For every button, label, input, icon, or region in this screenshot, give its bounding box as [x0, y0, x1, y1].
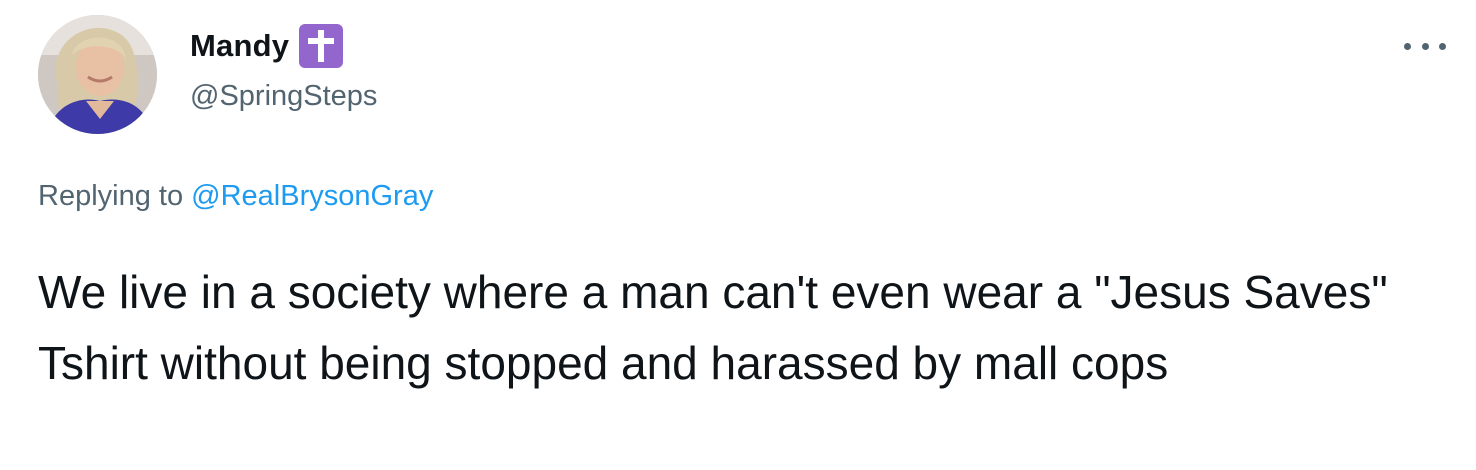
tweet-card: Mandy @SpringSteps Replying to @RealBrys… — [0, 0, 1476, 470]
replying-to-label: Replying to — [38, 180, 184, 212]
avatar-photo — [38, 15, 157, 134]
avatar[interactable] — [38, 15, 157, 134]
tweet-text: We live in a society where a man can't e… — [38, 266, 1400, 389]
replying-to-line: Replying to @RealBrysonGray — [38, 180, 433, 213]
author-block: Mandy @SpringSteps — [190, 24, 377, 113]
user-handle[interactable]: @SpringSteps — [190, 80, 377, 113]
cross-emoji-icon — [299, 24, 344, 68]
reply-mention-link[interactable]: @RealBrysonGray — [191, 180, 433, 212]
more-options-icon[interactable] — [1404, 34, 1446, 58]
name-row: Mandy — [190, 24, 377, 68]
display-name[interactable]: Mandy — [190, 28, 289, 64]
